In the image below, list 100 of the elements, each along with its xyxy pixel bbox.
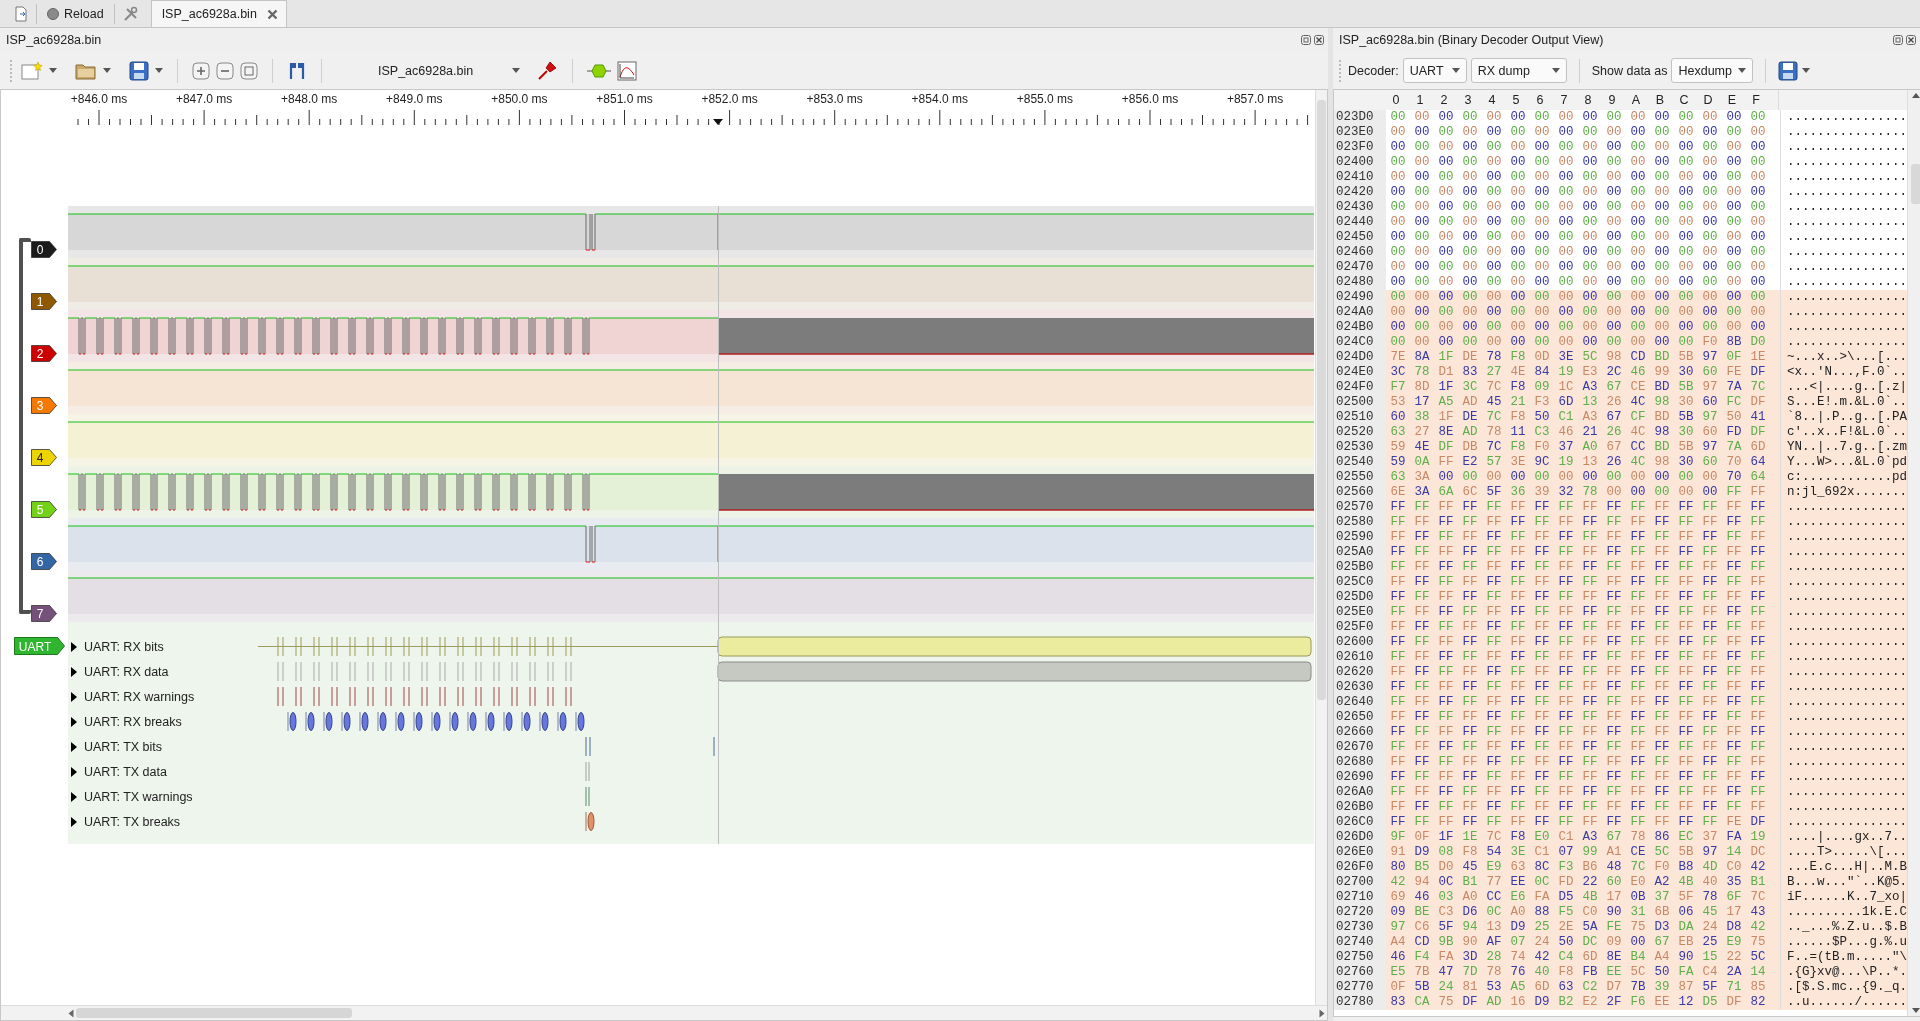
hex-row[interactable]: 025A0 FF FF FF FF FF FF FF FF FF FF FF FF FF FF FF FF ................ [1334,545,1908,560]
decoder-row-label: UART: TX data [84,764,167,779]
hex-row[interactable]: 02740 A4 CD 9B 90 AF 07 24 50 DC 09 00 67 EB 25 E9 75 ......$P...g.%.u [1334,935,1908,950]
hex-byte: 00 [1461,260,1479,275]
hex-row[interactable]: 02520 63 27 8E AD 78 11 C3 46 21 26 4C 98 30 60 FD DF c'..x..F!&L.0`.. [1334,425,1908,440]
hex-byte: 06 [1677,905,1695,920]
session-tab[interactable]: ISP_ac6928a.bin [150,0,287,27]
hex-row[interactable]: 026F0 80 B5 D0 45 E9 63 8C F3 B6 48 7C F0 B8 4D C0 42 ...E.c...H|..M.B [1334,860,1908,875]
hex-row[interactable]: 02690 FF FF FF FF FF FF FF FF FF FF FF FF FF FF FF FF ................ [1334,770,1908,785]
hex-row[interactable]: 024C0 00 00 00 00 00 00 00 00 00 00 00 00 00 F0 8B D0 ................ [1334,335,1908,350]
hex-byte: 00 [1533,230,1551,245]
hex-row[interactable]: 025C0 FF FF FF FF FF FF FF FF FF FF FF FF FF FF FF FF ................ [1334,575,1908,590]
hex-row[interactable]: 02770 0F 5B 24 81 53 A5 6D 63 C2 D7 7B 39 87 5F 71 85 .[$.S.mc..{9._q. [1334,980,1908,995]
hex-byte: FF [1437,800,1455,815]
hex-byte: FF [1605,785,1623,800]
hex-byte: 00 [1749,155,1767,170]
hex-row[interactable]: 02640 FF FF FF FF FF FF FF FF FF FF FF FF FF FF FF FF ................ [1334,695,1908,710]
hex-byte: FF [1605,680,1623,695]
device-dropdown[interactable]: ISP_ac6928a.bin [358,63,530,78]
hex-row[interactable]: 02760 E5 7B 47 7D 78 76 40 F8 FB EE 5C 50 FA C4 2A 14 .{G}xv@...\P..*. [1334,965,1908,980]
hex-row[interactable]: 02590 FF FF FF FF FF FF FF FF FF FF FF FF FF FF FF FF ................ [1334,530,1908,545]
channel-label[interactable]: 1 [31,293,57,310]
hex-row[interactable]: 02550 63 3A 00 00 00 00 00 00 00 00 00 00 00 00 70 64 c:............pd [1334,470,1908,485]
hex-byte: 00 [1557,260,1575,275]
hex-row[interactable]: 02750 46 F4 FA 3D 28 74 42 C4 6D 8E B4 A4 90 15 22 5C F..=(tB.m....."\ [1334,950,1908,965]
hex-byte: FF [1461,575,1479,590]
hex-byte: 6A [1437,485,1455,500]
hex-byte: 00 [1413,185,1431,200]
hex-row[interactable]: 02540 59 0A FF E2 57 3E 9C 19 13 26 4C 98 30 60 70 64 Y...W>...&L.0`pd [1334,455,1908,470]
hex-row[interactable]: 02440 00 00 00 00 00 00 00 00 00 00 00 00 00 00 00 00 ................ [1334,215,1908,230]
channel-label[interactable]: 6 [31,553,57,570]
stream-dropdown[interactable]: RX dump [1470,58,1567,83]
hex-byte: FF [1533,785,1551,800]
hex-byte: FF [1509,605,1527,620]
hex-row[interactable]: 02700 42 94 0C B1 77 EE 0C FD 22 60 E0 A2 4B 40 35 B1 B...w..."`..K@5. [1334,875,1908,890]
hex-row[interactable]: 024A0 00 00 00 00 00 00 00 00 00 00 00 00 00 00 00 00 ................ [1334,305,1908,320]
hex-byte: 00 [1533,245,1551,260]
channel-label[interactable]: 0 [31,241,57,258]
reload-button[interactable]: Reload [37,1,114,27]
hex-byte: C4 [1701,965,1719,980]
hex-row[interactable]: 02500 53 17 A5 AD 45 21 F3 6D 13 26 4C 98 30 60 FC DF S...E!.m.&L.0`.. [1334,395,1908,410]
hex-row[interactable]: 026E0 91 D9 08 F8 54 3E C1 07 99 A1 CE 5C 5B 97 14 DC ....T>.....\[... [1334,845,1908,860]
hex-row[interactable]: 02490 00 00 00 00 00 00 00 00 00 00 00 00 00 00 00 00 ................ [1334,290,1908,305]
hex-row[interactable]: 02580 FF FF FF FF FF FF FF FF FF FF FF FF FF FF FF FF ................ [1334,515,1908,530]
hex-row[interactable]: 025D0 FF FF FF FF FF FF FF FF FF FF FF FF FF FF FF FF ................ [1334,590,1908,605]
column-header: 6 [1535,92,1545,109]
hex-byte: 00 [1701,140,1719,155]
hex-row[interactable]: 026D0 9F 0F 1F 1E 7C F8 E0 C1 A3 67 78 86 EC 37 FA 19 ....|....gx..7.. [1334,830,1908,845]
hex-byte: 00 [1581,140,1599,155]
hex-row[interactable]: 02410 00 00 00 00 00 00 00 00 00 00 00 00 00 00 00 00 ................ [1334,170,1908,185]
hex-row[interactable]: 024F0 F7 8D 1F 3C 7C F8 09 1C A3 67 CE BD 5B 97 7A 7C ...<|....g..[.z| [1334,380,1908,395]
hex-row[interactable]: 02730 97 C6 5F 94 13 D9 25 2E 5A FE 75 D3 DA 24 D8 42 .._...%.Z.u..$.B [1334,920,1908,935]
hex-row[interactable]: 02620 FF FF FF FF FF FF FF FF FF FF FF FF FF FF FF FF ................ [1334,665,1908,680]
hex-row[interactable]: 02780 83 CA 75 DF AD 16 D9 B2 E2 2F F6 EE 12 D5 DF 82 ..u....../...... [1334,995,1908,1010]
hex-row[interactable]: 026B0 FF FF FF FF FF FF FF FF FF FF FF FF FF FF FF FF ................ [1334,800,1908,815]
hex-byte: FF [1485,755,1503,770]
hex-byte: 00 [1581,200,1599,215]
hex-row[interactable]: 023F0 00 00 00 00 00 00 00 00 00 00 00 00 00 00 00 00 ................ [1334,140,1908,155]
hex-row[interactable]: 02470 00 00 00 00 00 00 00 00 00 00 00 00 00 00 00 00 ................ [1334,260,1908,275]
hex-row[interactable]: 02570 FF FF FF FF FF FF FF FF FF FF FF FF FF FF FF FF ................ [1334,500,1908,515]
decoder-dropdown[interactable]: UART [1402,58,1467,83]
hex-row[interactable]: 025B0 FF FF FF FF FF FF FF FF FF FF FF FF FF FF FF FF ................ [1334,560,1908,575]
hex-row[interactable]: 02530 59 4E DF DB 7C F8 F0 37 A0 67 CC BD 5B 97 7A 6D YN..|..7.g..[.zm [1334,440,1908,455]
hex-row[interactable]: 024D0 7E 8A 1F DE 78 F8 0D 3E 5C 98 CD BD 5B 97 0F 1E ~...x..>\...[... [1334,350,1908,365]
hex-byte: B8 [1677,860,1695,875]
channel-label[interactable]: 7 [31,605,57,622]
hex-row[interactable]: 02510 60 38 1F DE 7C F8 50 C1 A3 67 CF BD 5B 97 50 41 `8..|.P..g..[.PA [1334,410,1908,425]
hex-row[interactable]: 02720 09 BE C3 D6 0C A0 88 F5 C0 90 31 6B 06 45 17 43 ..........1k.E.C [1334,905,1908,920]
hex-row[interactable]: 024E0 3C 78 D1 83 27 4E 84 19 E3 2C 46 99 30 60 FE DF <x..'N...,F.0`.. [1334,365,1908,380]
hex-row[interactable]: 02710 69 46 03 A0 CC E6 FA D5 4B 17 0B 37 5F 78 6F 7C iF......K..7_xo| [1334,890,1908,905]
hex-byte: FF [1461,650,1479,665]
format-dropdown[interactable]: Hexdump [1671,58,1754,83]
hex-row[interactable]: 02670 FF FF FF FF FF FF FF FF FF FF FF FF FF FF FF FF ................ [1334,740,1908,755]
hex-byte: FF [1557,560,1575,575]
hex-byte: D7 [1605,980,1623,995]
hex-row[interactable]: 026A0 FF FF FF FF FF FF FF FF FF FF FF FF FF FF FF FF ................ [1334,785,1908,800]
row-address: 02480 [1334,275,1386,290]
hex-byte: 41 [1749,410,1767,425]
hex-row[interactable]: 02630 FF FF FF FF FF FF FF FF FF FF FF FF FF FF FF FF ................ [1334,680,1908,695]
hex-byte: B4 [1629,950,1647,965]
channel-label[interactable]: 2 [31,345,57,362]
hex-byte: FF [1653,530,1671,545]
hex-row[interactable]: 025F0 FF FF FF FF FF FF FF FF FF FF FF FF FF FF FF FF ................ [1334,620,1908,635]
hex-row[interactable]: 02610 FF FF FF FF FF FF FF FF FF FF FF FF FF FF FF FF ................ [1334,650,1908,665]
hex-row[interactable]: 02560 6E 3A 6A 6C 5F 36 39 32 78 00 00 00 00 00 FF FF n:jl_692x....... [1334,485,1908,500]
hex-byte: 63 [1557,980,1575,995]
hex-row[interactable]: 02650 FF FF FF FF FF FF FF FF FF FF FF FF FF FF FF FF ................ [1334,710,1908,725]
hex-byte: 76 [1509,965,1527,980]
hex-row[interactable]: 025E0 FF FF FF FF FF FF FF FF FF FF FF FF FF FF FF FF ................ [1334,605,1908,620]
hex-row[interactable]: 02680 FF FF FF FF FF FF FF FF FF FF FF FF FF FF FF FF ................ [1334,755,1908,770]
hex-byte: FF [1653,785,1671,800]
hex-byte: 90 [1461,935,1479,950]
hex-row[interactable]: 024B0 00 00 00 00 00 00 00 00 00 00 00 00 00 00 00 00 ................ [1334,320,1908,335]
hex-row[interactable]: 02420 00 00 00 00 00 00 00 00 00 00 00 00 00 00 00 00 ................ [1334,185,1908,200]
hex-row[interactable]: 02600 FF FF FF FF FF FF FF FF FF FF FF FF FF FF FF FF ................ [1334,635,1908,650]
hex-byte: 00 [1437,320,1455,335]
hex-row[interactable]: 026C0 FF FF FF FF FF FF FF FF FF FF FF FF FF FF FE DF ................ [1334,815,1908,830]
hex-row[interactable]: 02660 FF FF FF FF FF FF FF FF FF FF FF FF FF FF FF FF ................ [1334,725,1908,740]
hex-byte: FF [1581,770,1599,785]
channel-label[interactable]: 4 [31,449,57,466]
